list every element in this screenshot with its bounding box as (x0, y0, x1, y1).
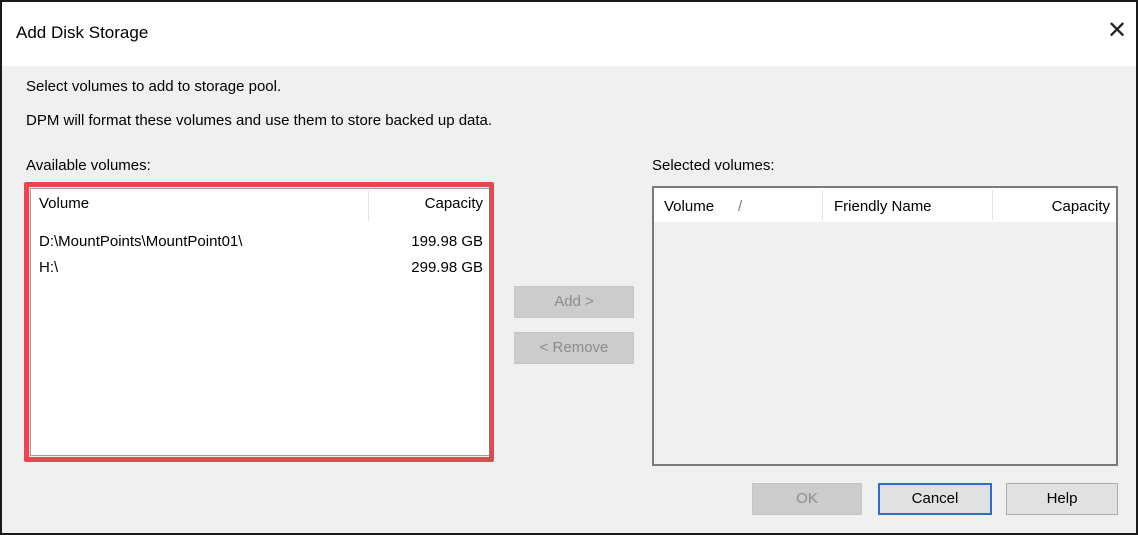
cancel-button[interactable]: Cancel (878, 483, 992, 515)
title-bar: Add Disk Storage ✕ (2, 2, 1136, 66)
column-divider[interactable] (822, 190, 823, 220)
column-header-capacity[interactable]: Capacity (1052, 192, 1110, 222)
column-header-friendly-name[interactable]: Friendly Name (834, 192, 932, 222)
remove-button[interactable]: < Remove (514, 332, 634, 364)
available-volumes-label: Available volumes: (26, 157, 151, 174)
instruction-line-2: DPM will format these volumes and use th… (26, 112, 493, 129)
help-button[interactable]: Help (1006, 483, 1118, 515)
close-icon[interactable]: ✕ (1102, 16, 1132, 46)
column-header-volume[interactable]: Volume (664, 192, 714, 222)
ok-button[interactable]: OK (752, 483, 862, 515)
add-disk-storage-dialog: Add Disk Storage ✕ Select volumes to add… (0, 0, 1138, 535)
column-divider[interactable] (992, 190, 993, 220)
selected-volumes-label: Selected volumes: (652, 157, 775, 174)
add-button[interactable]: Add > (514, 286, 634, 318)
sort-indicator: / (738, 198, 743, 215)
selected-volumes-list[interactable]: Volume / Friendly Name Capacity (652, 186, 1118, 466)
highlight-box (24, 182, 494, 462)
dialog-title: Add Disk Storage (16, 23, 149, 42)
instruction-line-1: Select volumes to add to storage pool. (26, 78, 282, 95)
